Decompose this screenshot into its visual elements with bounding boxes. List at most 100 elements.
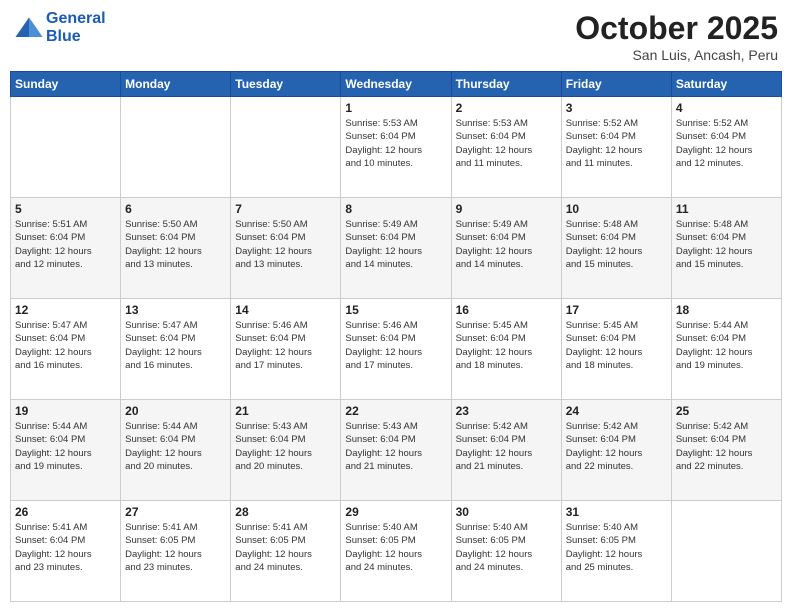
calendar-cell: 24 Sunrise: 5:42 AM Sunset: 6:04 PM Dayli… (561, 400, 671, 501)
day-number: 30 (456, 505, 557, 519)
calendar-cell: 13 Sunrise: 5:47 AM Sunset: 6:04 PM Dayli… (121, 299, 231, 400)
calendar-cell (231, 97, 341, 198)
day-info: Sunrise: 5:41 AM Sunset: 6:05 PM Dayligh… (125, 521, 226, 574)
calendar-cell: 14 Sunrise: 5:46 AM Sunset: 6:04 PM Dayli… (231, 299, 341, 400)
calendar-cell: 11 Sunrise: 5:48 AM Sunset: 6:04 PM Dayli… (671, 198, 781, 299)
day-info: Sunrise: 5:47 AM Sunset: 6:04 PM Dayligh… (15, 319, 116, 372)
logo-icon (14, 16, 44, 40)
calendar-cell: 29Sunrise: 5:40 AM Sunset: 6:05 PM Dayli… (341, 501, 451, 602)
day-number: 24 (566, 404, 667, 418)
weekday-header: Sunday (11, 72, 121, 97)
calendar-cell: 4 Sunrise: 5:52 AM Sunset: 6:04 PM Daylig… (671, 97, 781, 198)
day-number: 7 (235, 202, 336, 216)
calendar-cell: 15 Sunrise: 5:46 AM Sunset: 6:04 PM Dayli… (341, 299, 451, 400)
day-info: Sunrise: 5:40 AM Sunset: 6:05 PM Dayligh… (456, 521, 557, 574)
calendar-week-row: 1 Sunrise: 5:53 AM Sunset: 6:04 PM Daylig… (11, 97, 782, 198)
day-info: Sunrise: 5:44 AM Sunset: 6:04 PM Dayligh… (125, 420, 226, 473)
day-info: Sunrise: 5:43 AM Sunset: 6:04 PM Dayligh… (235, 420, 336, 473)
calendar-cell: 5 Sunrise: 5:51 AM Sunset: 6:04 PM Daylig… (11, 198, 121, 299)
day-info: Sunrise: 5:42 AM Sunset: 6:04 PM Dayligh… (566, 420, 667, 473)
day-info: Sunrise: 5:49 AM Sunset: 6:04 PM Dayligh… (456, 218, 557, 271)
logo-text-general: General (46, 10, 106, 28)
calendar-week-row: 12 Sunrise: 5:47 AM Sunset: 6:04 PM Dayli… (11, 299, 782, 400)
day-number: 4 (676, 101, 777, 115)
page: General Blue October 2025 San Luis, Anca… (0, 0, 792, 612)
calendar-cell: 16 Sunrise: 5:45 AM Sunset: 6:04 PM Dayli… (451, 299, 561, 400)
calendar-cell: 7 Sunrise: 5:50 AM Sunset: 6:04 PM Daylig… (231, 198, 341, 299)
calendar-cell: 23 Sunrise: 5:42 AM Sunset: 6:04 PM Dayli… (451, 400, 561, 501)
day-info: Sunrise: 5:44 AM Sunset: 6:04 PM Dayligh… (15, 420, 116, 473)
logo-text-blue: Blue (46, 28, 106, 46)
calendar-cell: 12 Sunrise: 5:47 AM Sunset: 6:04 PM Dayli… (11, 299, 121, 400)
day-info: Sunrise: 5:45 AM Sunset: 6:04 PM Dayligh… (456, 319, 557, 372)
day-info: Sunrise: 5:46 AM Sunset: 6:04 PM Dayligh… (235, 319, 336, 372)
day-number: 16 (456, 303, 557, 317)
day-info: Sunrise: 5:43 AM Sunset: 6:04 PM Dayligh… (345, 420, 446, 473)
calendar-table: SundayMondayTuesdayWednesdayThursdayFrid… (10, 71, 782, 602)
calendar-week-row: 26Sunrise: 5:41 AM Sunset: 6:04 PM Dayli… (11, 501, 782, 602)
day-info: Sunrise: 5:47 AM Sunset: 6:04 PM Dayligh… (125, 319, 226, 372)
logo: General Blue (14, 10, 106, 45)
day-number: 22 (345, 404, 446, 418)
calendar-cell (11, 97, 121, 198)
day-info: Sunrise: 5:48 AM Sunset: 6:04 PM Dayligh… (676, 218, 777, 271)
day-number: 19 (15, 404, 116, 418)
calendar-cell: 31Sunrise: 5:40 AM Sunset: 6:05 PM Dayli… (561, 501, 671, 602)
day-info: Sunrise: 5:40 AM Sunset: 6:05 PM Dayligh… (566, 521, 667, 574)
calendar-cell: 26Sunrise: 5:41 AM Sunset: 6:04 PM Dayli… (11, 501, 121, 602)
day-number: 21 (235, 404, 336, 418)
calendar-cell: 8Sunrise: 5:49 AM Sunset: 6:04 PM Daylig… (341, 198, 451, 299)
title-block: October 2025 San Luis, Ancash, Peru (575, 10, 778, 63)
day-number: 11 (676, 202, 777, 216)
day-number: 1 (345, 101, 446, 115)
day-number: 13 (125, 303, 226, 317)
day-info: Sunrise: 5:46 AM Sunset: 6:04 PM Dayligh… (345, 319, 446, 372)
day-number: 23 (456, 404, 557, 418)
calendar-cell: 30 Sunrise: 5:40 AM Sunset: 6:05 PM Dayli… (451, 501, 561, 602)
day-number: 10 (566, 202, 667, 216)
day-info: Sunrise: 5:51 AM Sunset: 6:04 PM Dayligh… (15, 218, 116, 271)
day-info: Sunrise: 5:48 AM Sunset: 6:04 PM Dayligh… (566, 218, 667, 271)
day-info: Sunrise: 5:50 AM Sunset: 6:04 PM Dayligh… (235, 218, 336, 271)
calendar-cell: 3Sunrise: 5:52 AM Sunset: 6:04 PM Daylig… (561, 97, 671, 198)
calendar-header-row: SundayMondayTuesdayWednesdayThursdayFrid… (11, 72, 782, 97)
day-number: 5 (15, 202, 116, 216)
day-number: 20 (125, 404, 226, 418)
day-number: 14 (235, 303, 336, 317)
header: General Blue October 2025 San Luis, Anca… (10, 10, 782, 63)
day-info: Sunrise: 5:50 AM Sunset: 6:04 PM Dayligh… (125, 218, 226, 271)
day-number: 27 (125, 505, 226, 519)
day-number: 18 (676, 303, 777, 317)
calendar-cell: 20 Sunrise: 5:44 AM Sunset: 6:04 PM Dayli… (121, 400, 231, 501)
weekday-header: Saturday (671, 72, 781, 97)
weekday-header: Thursday (451, 72, 561, 97)
day-number: 26 (15, 505, 116, 519)
day-info: Sunrise: 5:40 AM Sunset: 6:05 PM Dayligh… (345, 521, 446, 574)
day-info: Sunrise: 5:52 AM Sunset: 6:04 PM Dayligh… (676, 117, 777, 170)
calendar-cell: 25Sunrise: 5:42 AM Sunset: 6:04 PM Dayli… (671, 400, 781, 501)
calendar-cell: 6Sunrise: 5:50 AM Sunset: 6:04 PM Daylig… (121, 198, 231, 299)
calendar-cell: 19 Sunrise: 5:44 AM Sunset: 6:04 PM Dayli… (11, 400, 121, 501)
day-number: 17 (566, 303, 667, 317)
calendar-cell: 21 Sunrise: 5:43 AM Sunset: 6:04 PM Dayli… (231, 400, 341, 501)
calendar-cell: 28Sunrise: 5:41 AM Sunset: 6:05 PM Dayli… (231, 501, 341, 602)
day-number: 15 (345, 303, 446, 317)
weekday-header: Monday (121, 72, 231, 97)
day-number: 9 (456, 202, 557, 216)
day-number: 8 (345, 202, 446, 216)
calendar-cell: 2Sunrise: 5:53 AM Sunset: 6:04 PM Daylig… (451, 97, 561, 198)
day-number: 12 (15, 303, 116, 317)
day-info: Sunrise: 5:53 AM Sunset: 6:04 PM Dayligh… (345, 117, 446, 170)
day-info: Sunrise: 5:44 AM Sunset: 6:04 PM Dayligh… (676, 319, 777, 372)
day-info: Sunrise: 5:42 AM Sunset: 6:04 PM Dayligh… (676, 420, 777, 473)
sub-title: San Luis, Ancash, Peru (575, 47, 778, 63)
day-number: 2 (456, 101, 557, 115)
calendar-cell (671, 501, 781, 602)
calendar-cell (121, 97, 231, 198)
calendar-cell: 10 Sunrise: 5:48 AM Sunset: 6:04 PM Dayli… (561, 198, 671, 299)
calendar-week-row: 19 Sunrise: 5:44 AM Sunset: 6:04 PM Dayli… (11, 400, 782, 501)
calendar-week-row: 5 Sunrise: 5:51 AM Sunset: 6:04 PM Daylig… (11, 198, 782, 299)
main-title: October 2025 (575, 10, 778, 47)
day-number: 3 (566, 101, 667, 115)
day-info: Sunrise: 5:42 AM Sunset: 6:04 PM Dayligh… (456, 420, 557, 473)
